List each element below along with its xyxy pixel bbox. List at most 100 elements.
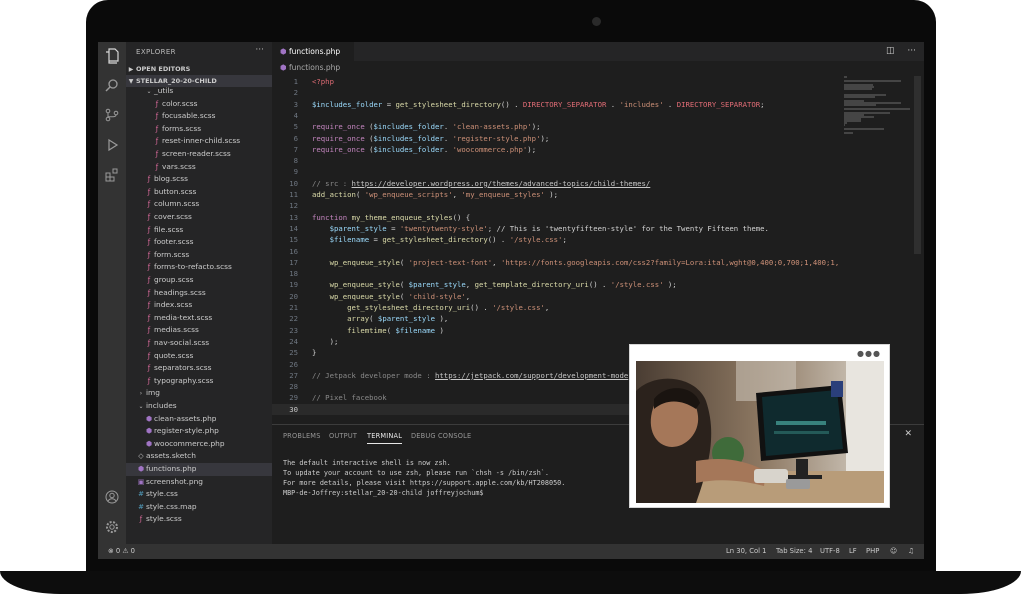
- tree-item[interactable]: ƒ cover.scss: [126, 211, 272, 224]
- tree-item[interactable]: ⌄ _utils: [126, 85, 272, 98]
- tree-item[interactable]: ▣ screenshot.png: [126, 476, 272, 489]
- explorer-icon[interactable]: [104, 48, 120, 64]
- tree-item[interactable]: ƒ quote.scss: [126, 350, 272, 363]
- feedback-icon[interactable]: ☺: [890, 544, 897, 559]
- tree-item[interactable]: ƒ blog.scss: [126, 173, 272, 186]
- tree-item[interactable]: ƒ nav-social.scss: [126, 337, 272, 350]
- line-ending[interactable]: LF: [849, 544, 857, 559]
- tree-item[interactable]: ƒ medias.scss: [126, 324, 272, 337]
- more-actions-icon[interactable]: ···: [255, 45, 264, 55]
- bell-icon[interactable]: ♫: [908, 544, 914, 559]
- tree-item[interactable]: ƒ focusable.scss: [126, 110, 272, 123]
- tree-item[interactable]: ƒ style.scss: [126, 513, 272, 526]
- code-token: ,: [492, 257, 501, 267]
- tab-bar: ⬢ functions.php ◫ ···: [272, 42, 924, 61]
- tree-item[interactable]: ƒ separators.scss: [126, 362, 272, 375]
- tree-item[interactable]: › img: [126, 387, 272, 400]
- tree-item[interactable]: ƒ forms-to-refacto.scss: [126, 261, 272, 274]
- project-label: STELLAR_20-20-CHILD: [136, 77, 217, 85]
- close-icon[interactable]: ✕: [904, 429, 912, 439]
- tree-item[interactable]: ⬢ functions.php: [126, 463, 272, 476]
- tree-item[interactable]: ⌄ includes: [126, 400, 272, 413]
- code-token: .: [663, 99, 677, 109]
- tree-item[interactable]: ⬢ clean-assets.php: [126, 413, 272, 426]
- tree-item[interactable]: ⬢ woocommerce.php: [126, 438, 272, 451]
- code-token: DIRECTORY_SEPARATOR: [522, 99, 607, 109]
- code-token[interactable]: https://jetpack.com/support/development-…: [435, 371, 628, 380]
- gear-icon[interactable]: [104, 520, 120, 536]
- video-popup[interactable]: ●●●: [629, 344, 890, 508]
- tree-item[interactable]: # style.css.map: [126, 501, 272, 514]
- open-editors-section[interactable]: ▶ OPEN EDITORS: [126, 63, 272, 75]
- sketch-file-icon: ◇: [138, 452, 144, 461]
- editor-scrollbar[interactable]: [914, 76, 921, 254]
- code-token: filemtime: [347, 325, 387, 335]
- code-token: );: [527, 144, 537, 154]
- tree-item[interactable]: ƒ index.scss: [126, 299, 272, 312]
- code-line: 20 wp_enqueue_style( 'child-style',: [272, 291, 852, 302]
- tree-item[interactable]: ƒ form.scss: [126, 249, 272, 262]
- source-control-icon[interactable]: [104, 108, 120, 124]
- tab-size[interactable]: Tab Size: 4: [776, 544, 812, 559]
- tree-item[interactable]: ƒ typography.scss: [126, 375, 272, 388]
- tree-item[interactable]: ƒ column.scss: [126, 198, 272, 211]
- code-line: 14 $parent_style = 'twentytwenty-style';…: [272, 223, 852, 234]
- cursor-position[interactable]: Ln 30, Col 1: [726, 544, 767, 559]
- webcam: [592, 17, 601, 26]
- tree-item[interactable]: ƒ screen-reader.scss: [126, 148, 272, 161]
- line-number: 13: [289, 212, 298, 222]
- terminal-output[interactable]: The default interactive shell is now zsh…: [283, 458, 565, 498]
- tree-item[interactable]: ƒ color.scss: [126, 98, 272, 111]
- tab-output[interactable]: OUTPUT: [329, 432, 357, 440]
- scss-file-icon: ƒ: [147, 187, 151, 196]
- tree-item[interactable]: ⬢ register-style.php: [126, 425, 272, 438]
- tree-item[interactable]: ƒ footer.scss: [126, 236, 272, 249]
- tab-terminal[interactable]: TERMINAL: [367, 432, 403, 444]
- tree-item[interactable]: ƒ group.scss: [126, 274, 272, 287]
- split-editor-icon[interactable]: ◫: [886, 46, 895, 56]
- code-token: // Jetpack developer mode :: [312, 370, 436, 380]
- tree-item[interactable]: ƒ reset-inner-child.scss: [126, 135, 272, 148]
- scss-file-icon: ƒ: [147, 301, 151, 310]
- encoding[interactable]: UTF-8: [820, 544, 840, 559]
- minimap[interactable]: [842, 76, 912, 136]
- scss-file-icon: ƒ: [147, 376, 151, 385]
- code-token: () .: [500, 99, 523, 109]
- tab-label: functions.php: [288, 47, 341, 56]
- tree-item[interactable]: ƒ vars.scss: [126, 161, 272, 174]
- breadcrumb[interactable]: ⬢ functions.php: [280, 63, 340, 72]
- tree-item[interactable]: ƒ button.scss: [126, 186, 272, 199]
- tree-item-label: style.css.map: [146, 501, 197, 511]
- more-actions-icon[interactable]: ···: [907, 46, 916, 56]
- terminal-line: The default interactive shell is now zsh…: [283, 459, 451, 467]
- tree-item[interactable]: ƒ forms.scss: [126, 123, 272, 136]
- tree-item-label: quote.scss: [154, 350, 194, 360]
- tree-item[interactable]: ◇ assets.sketch: [126, 450, 272, 463]
- extensions-icon[interactable]: [104, 168, 120, 184]
- tree-item-label: assets.sketch: [146, 451, 196, 461]
- editor-actions: ◫ ···: [886, 46, 916, 56]
- scss-file-icon: ƒ: [147, 351, 151, 360]
- tab-functions-php[interactable]: ⬢ functions.php: [272, 42, 354, 61]
- line-number: 30: [289, 404, 298, 414]
- run-debug-icon[interactable]: [104, 138, 120, 154]
- tree-item[interactable]: ƒ file.scss: [126, 224, 272, 237]
- tree-item[interactable]: # style.css: [126, 488, 272, 501]
- tree-item[interactable]: ƒ headings.scss: [126, 287, 272, 300]
- language-mode[interactable]: PHP: [866, 544, 879, 559]
- tab-debug-console[interactable]: DEBUG CONSOLE: [411, 432, 471, 440]
- window-controls-icon[interactable]: ●●●: [857, 349, 881, 358]
- search-icon[interactable]: [104, 78, 120, 94]
- line-number: 9: [293, 167, 298, 177]
- code-token: 'woocommerce.php': [452, 144, 528, 154]
- tree-item[interactable]: ƒ media-text.scss: [126, 312, 272, 325]
- account-icon[interactable]: [104, 490, 120, 506]
- code-token[interactable]: https://developer.wordpress.org/themes/a…: [352, 179, 651, 188]
- line-number: 7: [293, 144, 298, 154]
- problems-status[interactable]: ⊗ 0 ⚠ 0: [108, 544, 135, 559]
- laptop-base: [0, 571, 1021, 594]
- tab-problems[interactable]: PROBLEMS: [283, 432, 321, 440]
